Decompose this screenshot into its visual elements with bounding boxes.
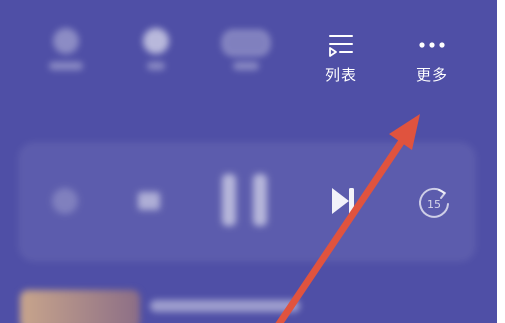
player-controls-panel <box>18 142 476 262</box>
blurred-quality-button[interactable] <box>216 28 276 70</box>
more-button[interactable]: 更多 <box>402 30 462 85</box>
list-button[interactable]: 列表 <box>311 30 371 85</box>
blurred-label <box>147 62 165 70</box>
playlist-icon <box>311 30 371 60</box>
blurred-timer-button[interactable] <box>36 28 96 70</box>
next-track-icon <box>332 188 354 214</box>
more-dots-icon <box>402 30 462 60</box>
next-track-button[interactable] <box>328 185 358 221</box>
list-label: 列表 <box>324 66 357 84</box>
blurred-label <box>49 62 83 70</box>
forward-15-button[interactable]: 15 <box>414 184 454 228</box>
right-edge <box>497 0 505 323</box>
back-15-icon[interactable] <box>138 192 160 210</box>
quality-toggle-icon <box>222 30 270 56</box>
forward-15-icon: 15 <box>419 187 449 218</box>
pause-bar-left <box>222 174 236 226</box>
more-label: 更多 <box>415 66 448 84</box>
timer-icon <box>53 28 79 54</box>
forward-15-label: 15 <box>427 198 441 211</box>
bottom-track-title <box>150 300 300 312</box>
speed-icon <box>143 28 169 54</box>
player-screen: 列表 更多 15 <box>0 0 497 323</box>
pause-bar-right <box>253 174 267 226</box>
previous-icon[interactable] <box>52 188 78 214</box>
blurred-label <box>233 62 259 70</box>
blurred-speed-button[interactable] <box>126 28 186 70</box>
bottom-album-thumbnail[interactable] <box>20 290 140 323</box>
